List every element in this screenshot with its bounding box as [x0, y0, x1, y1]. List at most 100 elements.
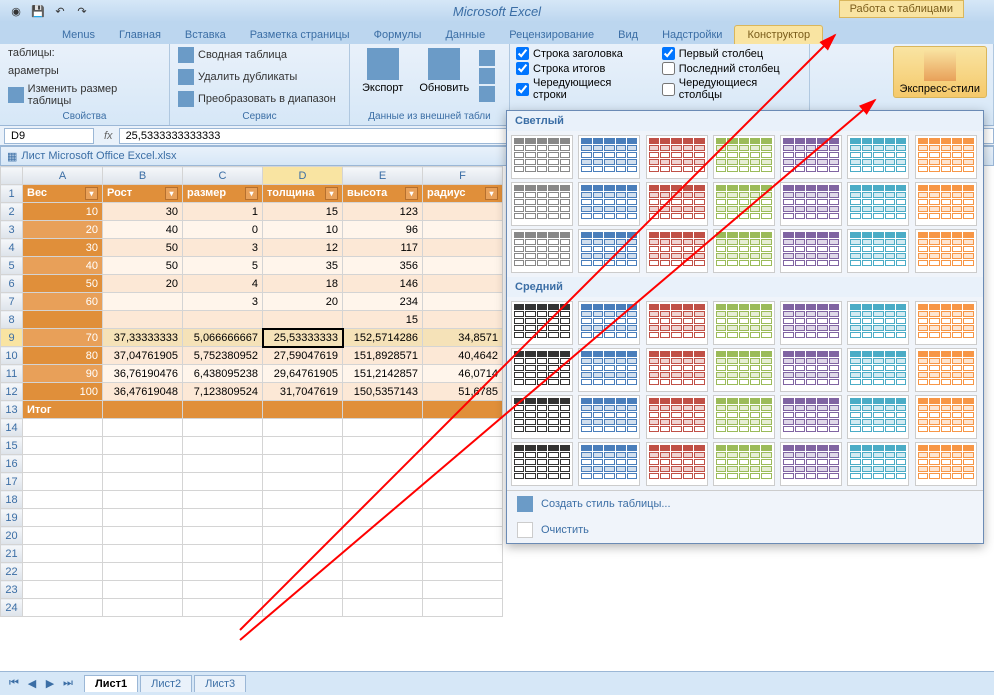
- row-header-1[interactable]: 1: [1, 185, 23, 203]
- ribbon-tab-надстройки[interactable]: Надстройки: [650, 26, 734, 44]
- cell[interactable]: [263, 455, 343, 473]
- cell[interactable]: [183, 473, 263, 491]
- table-style-thumb[interactable]: [847, 135, 909, 179]
- table-style-thumb[interactable]: [780, 135, 842, 179]
- row-header-5[interactable]: 5: [1, 257, 23, 275]
- cell[interactable]: 40,4642: [423, 347, 503, 365]
- ribbon-tab-рецензирование[interactable]: Рецензирование: [497, 26, 606, 44]
- cell[interactable]: [423, 311, 503, 329]
- table-style-thumb[interactable]: [713, 135, 775, 179]
- col-header-D[interactable]: D: [263, 167, 343, 185]
- table-style-thumb[interactable]: [578, 301, 640, 345]
- express-styles-button[interactable]: Экспресс-стили: [893, 46, 987, 98]
- ribbon-tab-конструктор[interactable]: Конструктор: [734, 25, 823, 44]
- table-header-cell[interactable]: Рост▾: [103, 185, 183, 203]
- cell[interactable]: [423, 581, 503, 599]
- cell[interactable]: 117: [343, 239, 423, 257]
- table-style-thumb[interactable]: [511, 135, 573, 179]
- clear-style-button[interactable]: Очистить: [507, 517, 983, 543]
- filter-icon[interactable]: ▾: [165, 187, 178, 200]
- cell[interactable]: 36,47619048: [103, 383, 183, 401]
- cell[interactable]: 151,2142857: [343, 365, 423, 383]
- cell[interactable]: [423, 221, 503, 239]
- cell[interactable]: [263, 527, 343, 545]
- name-box[interactable]: D9: [4, 128, 94, 144]
- filter-icon[interactable]: ▾: [405, 187, 418, 200]
- table-params[interactable]: араметры: [6, 64, 163, 78]
- cell[interactable]: [103, 599, 183, 617]
- convert-range-button[interactable]: Преобразовать в диапазон: [176, 90, 343, 108]
- ribbon-tab-главная[interactable]: Главная: [107, 26, 173, 44]
- cell[interactable]: [183, 527, 263, 545]
- cell[interactable]: 123: [343, 203, 423, 221]
- table-style-thumb[interactable]: [847, 229, 909, 273]
- filter-icon[interactable]: ▾: [85, 187, 98, 200]
- total-cell[interactable]: Итог: [23, 401, 103, 419]
- table-style-thumb[interactable]: [511, 301, 573, 345]
- cell[interactable]: 27,59047619: [263, 347, 343, 365]
- cell[interactable]: [343, 473, 423, 491]
- filter-icon[interactable]: ▾: [245, 187, 258, 200]
- tab-nav-next[interactable]: ▶: [42, 676, 58, 692]
- table-style-thumb[interactable]: [713, 229, 775, 273]
- cell[interactable]: 3: [183, 239, 263, 257]
- cell[interactable]: 18: [263, 275, 343, 293]
- cell[interactable]: 80: [23, 347, 103, 365]
- sheet-tab-Лист3[interactable]: Лист3: [194, 675, 246, 692]
- cell[interactable]: [343, 599, 423, 617]
- table-style-thumb[interactable]: [578, 348, 640, 392]
- row-header-16[interactable]: 16: [1, 455, 23, 473]
- table-header-cell[interactable]: толщина▾: [263, 185, 343, 203]
- cell[interactable]: [103, 293, 183, 311]
- cell[interactable]: 1: [183, 203, 263, 221]
- cell[interactable]: 10: [23, 203, 103, 221]
- cell[interactable]: [23, 491, 103, 509]
- cell[interactable]: 150,5357143: [343, 383, 423, 401]
- table-style-thumb[interactable]: [780, 229, 842, 273]
- ribbon-tab-данные[interactable]: Данные: [433, 26, 497, 44]
- cell[interactable]: 51,6785: [423, 383, 503, 401]
- cell[interactable]: 96: [343, 221, 423, 239]
- cell[interactable]: 37,33333333: [103, 329, 183, 347]
- fx-icon[interactable]: fx: [98, 130, 119, 142]
- cell[interactable]: [263, 599, 343, 617]
- row-header-11[interactable]: 11: [1, 365, 23, 383]
- table-style-thumb[interactable]: [713, 395, 775, 439]
- sheet-tab-Лист2[interactable]: Лист2: [140, 675, 192, 692]
- ribbon-tab-разметка страницы[interactable]: Разметка страницы: [238, 26, 362, 44]
- cell[interactable]: [103, 311, 183, 329]
- cell[interactable]: 5,066666667: [183, 329, 263, 347]
- cell[interactable]: 40: [103, 221, 183, 239]
- cell[interactable]: [423, 599, 503, 617]
- col-header-F[interactable]: F: [423, 167, 503, 185]
- cell[interactable]: [263, 581, 343, 599]
- cell[interactable]: [263, 509, 343, 527]
- export-button[interactable]: Экспорт: [356, 46, 409, 110]
- row-header-22[interactable]: 22: [1, 563, 23, 581]
- cell[interactable]: [263, 419, 343, 437]
- table-style-thumb[interactable]: [578, 182, 640, 226]
- total-row-check[interactable]: Строка итогов: [516, 61, 648, 76]
- row-header-14[interactable]: 14: [1, 419, 23, 437]
- table-style-thumb[interactable]: [646, 348, 708, 392]
- cell[interactable]: 152,5714286: [343, 329, 423, 347]
- cell[interactable]: 7,123809524: [183, 383, 263, 401]
- cell[interactable]: [183, 563, 263, 581]
- cell[interactable]: 25,53333333: [263, 329, 343, 347]
- undo-icon[interactable]: ↶: [52, 3, 68, 19]
- cell[interactable]: 12: [263, 239, 343, 257]
- context-tab[interactable]: Работа с таблицами: [839, 0, 964, 18]
- row-header-8[interactable]: 8: [1, 311, 23, 329]
- last-col-check[interactable]: Последний столбец: [662, 61, 803, 76]
- col-header-A[interactable]: A: [23, 167, 103, 185]
- cell[interactable]: 20: [103, 275, 183, 293]
- cell[interactable]: [23, 455, 103, 473]
- cell[interactable]: [423, 563, 503, 581]
- cell[interactable]: 36,76190476: [103, 365, 183, 383]
- tab-nav-first[interactable]: ⏮: [6, 676, 22, 692]
- table-style-thumb[interactable]: [780, 442, 842, 486]
- cell[interactable]: [103, 455, 183, 473]
- cell[interactable]: 20: [23, 221, 103, 239]
- row-header-9[interactable]: 9: [1, 329, 23, 347]
- table-style-thumb[interactable]: [780, 395, 842, 439]
